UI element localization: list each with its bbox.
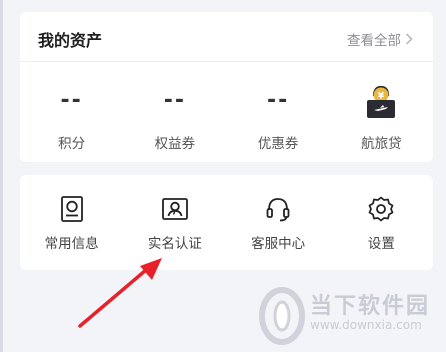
id-card-icon bbox=[161, 198, 188, 220]
asset-points[interactable]: -- 积分 bbox=[20, 80, 123, 160]
watermark-brand: 当下软件园 bbox=[310, 294, 431, 319]
discount-coupons-value: -- bbox=[266, 88, 290, 113]
services-row: 常用信息 实名认证 客服中心 设置 bbox=[20, 195, 433, 252]
benefit-coupons-label: 权益券 bbox=[154, 136, 196, 152]
frequent-info-label: 常用信息 bbox=[44, 236, 99, 252]
settings-label: 设置 bbox=[367, 236, 395, 252]
menu-item-frequent-info[interactable]: 常用信息 bbox=[20, 195, 123, 252]
watermark-url: www.downxia.com bbox=[310, 318, 422, 332]
profile-card-icon bbox=[60, 196, 83, 222]
headset-icon bbox=[266, 198, 290, 222]
assets-row: -- 积分 -- 权益券 -- 优惠券 ¥ 航旅贷 bbox=[20, 80, 433, 160]
asset-benefit-coupons[interactable]: -- 权益券 bbox=[123, 80, 226, 160]
travel-loan-label: 航旅贷 bbox=[361, 136, 402, 152]
watermark: 当下软件园 www.downxia.com bbox=[258, 280, 446, 352]
view-all-link[interactable]: 查看全部 bbox=[347, 29, 413, 49]
travel-loan-icon: ¥ bbox=[367, 85, 396, 118]
asset-discount-coupons[interactable]: -- 优惠券 bbox=[227, 80, 330, 160]
assets-title: 我的资产 bbox=[38, 31, 103, 50]
customer-service-label: 客服中心 bbox=[251, 236, 306, 252]
points-label: 积分 bbox=[58, 136, 86, 152]
real-name-verification-label: 实名认证 bbox=[147, 236, 202, 252]
assets-header: 我的资产 查看全部 bbox=[20, 12, 433, 62]
watermark-logo-icon bbox=[259, 287, 305, 345]
menu-item-customer-service[interactable]: 客服中心 bbox=[227, 195, 330, 252]
discount-coupons-label: 优惠券 bbox=[257, 136, 299, 152]
screen: 我的资产 查看全部 -- 积分 -- 权益券 -- 优惠券 ¥ 航旅贷 常用信息… bbox=[0, 0, 446, 352]
gear-icon bbox=[369, 196, 394, 222]
asset-travel-loan[interactable]: ¥ 航旅贷 bbox=[330, 80, 433, 160]
left-divider bbox=[0, 0, 3, 352]
menu-item-settings[interactable]: 设置 bbox=[330, 195, 433, 252]
services-card: 常用信息 实名认证 客服中心 设置 bbox=[20, 175, 433, 270]
chevron-right-icon bbox=[405, 33, 413, 45]
menu-item-real-name-verification[interactable]: 实名认证 bbox=[123, 195, 226, 252]
benefit-coupons-value: -- bbox=[163, 88, 186, 113]
my-assets-card: 我的资产 查看全部 -- 积分 -- 权益券 -- 优惠券 ¥ 航旅贷 bbox=[20, 12, 433, 162]
view-all-label: 查看全部 bbox=[347, 33, 401, 49]
points-value: -- bbox=[60, 88, 83, 113]
